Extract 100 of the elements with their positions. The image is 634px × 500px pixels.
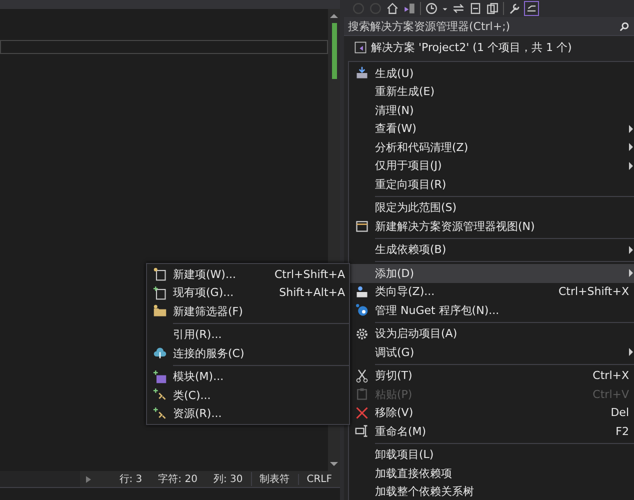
menu-item[interactable]: 移除(V) Del (349, 404, 634, 422)
menu-item[interactable]: 引用(R)... (147, 326, 349, 344)
menu-item-label: 资源(R)... (173, 406, 223, 422)
menu-item[interactable]: 连接的服务(C) (147, 344, 349, 362)
menu-item-label: 设为启动项目(A) (375, 326, 458, 342)
menu-item-label: 重新生成(E) (375, 84, 436, 100)
status-item: 列: 30 (212, 473, 244, 486)
history-icon[interactable] (425, 2, 438, 15)
menu-item[interactable]: 添加(D) (349, 264, 634, 282)
menu-item[interactable]: 新建项(W)... Ctrl+Shift+A (147, 265, 349, 284)
shortcut-text: Ctrl+Shift+X (558, 285, 629, 298)
wrench-icon[interactable] (508, 2, 521, 15)
menu-item-label: 剪切(T) (375, 368, 414, 384)
build-icon (355, 66, 369, 80)
menu-item[interactable]: 资源(R)... (147, 404, 349, 423)
menu-item-label: 移除(V) (375, 405, 414, 420)
existing-item-icon (153, 286, 167, 300)
tree-item[interactable]: 解决方案 'Project2' (1 个项目，共 1 个) (371, 40, 572, 54)
menu-item[interactable]: 调试(G) (349, 343, 634, 362)
cloud-icon (153, 346, 167, 360)
menu-item-label: 类(C)... (173, 388, 212, 403)
menu-item[interactable]: 卸载项目(L) (349, 446, 634, 464)
shortcut-text: Ctrl+X (592, 369, 629, 382)
collapse-icon[interactable] (469, 2, 482, 15)
shortcut-text: F2 (616, 424, 629, 438)
shortcut-text: Shift+Alt+A (279, 286, 345, 300)
menu-item-label: 调试(G) (375, 344, 416, 360)
menu-item-label: 管理 NuGet 程序包(N)... (375, 302, 500, 318)
menu-item-label: 加载直接依赖项 (375, 466, 453, 481)
cross-icon (355, 406, 369, 420)
menu-item[interactable]: 仅用于项目(J) (349, 156, 634, 175)
menu-item-label: 新建项(W)... (173, 266, 237, 282)
menu-item-label: 卸载项目(L) (375, 447, 435, 462)
menu-item-label: 重命名(M) (375, 424, 428, 439)
scissors-icon (355, 368, 369, 383)
menu-item-label: 添加(D) (375, 266, 416, 281)
menu-item-label: 重定向项目(R) (375, 176, 448, 192)
switch-view-icon[interactable] (403, 2, 416, 15)
menu-item-label: 现有项(G)... (173, 285, 235, 300)
menu-item-label: 新建筛选器(F) (173, 304, 244, 319)
copy-icon[interactable] (486, 2, 499, 15)
menu-item[interactable]: 类向导(Z)... Ctrl+Shift+X (349, 282, 634, 301)
search-field[interactable]: 搜索解决方案资源管理器(Ctrl+;) (344, 17, 634, 36)
preview-icon[interactable] (525, 2, 538, 15)
package-icon (355, 303, 369, 318)
menu-item[interactable]: 重新生成(E) (349, 82, 634, 101)
status-item: 制表符 (250, 472, 298, 486)
scroll-down-icon[interactable] (330, 461, 338, 467)
class-icon (153, 406, 167, 421)
sync-icon[interactable] (452, 2, 465, 15)
menu-item[interactable]: 新建筛选器(F) (147, 302, 349, 320)
shortcut-text: Ctrl+V (592, 388, 629, 401)
home-icon[interactable] (386, 2, 399, 15)
rename-icon (355, 424, 369, 438)
menu-item[interactable]: 管理 NuGet 程序包(N)... (349, 301, 634, 320)
menu-item-label: 类向导(Z)... (375, 284, 436, 300)
menu-item[interactable]: 清理(N) (349, 101, 634, 120)
shortcut-text: Del (610, 406, 629, 420)
menu-item-label: 生成依赖项(B) (375, 242, 448, 258)
gear-icon (355, 326, 369, 341)
menu-item[interactable]: 模块(M)... (147, 368, 349, 386)
menu-item-label: 加载整个依赖关系树 (375, 484, 475, 500)
change-indicator (332, 23, 336, 79)
menu-item-label: 引用(R)... (173, 327, 223, 342)
menu-item-label: 生成(U) (375, 66, 415, 81)
window-icon (355, 219, 369, 234)
menu-item[interactable]: 生成依赖项(B) (349, 240, 634, 259)
shortcut-text: Ctrl+Shift+A (274, 268, 345, 281)
class-icon (153, 388, 167, 402)
menu-item-label: 连接的服务(C) (173, 346, 246, 361)
menu-item[interactable]: 剪切(T) Ctrl+X (349, 366, 634, 385)
menu-item[interactable]: 生成(U) (349, 64, 634, 82)
menu-item[interactable]: 加载直接依赖项 (349, 464, 634, 482)
scroll-up-icon[interactable] (330, 13, 338, 19)
menu-item-label: 模块(M)... (173, 369, 225, 384)
folder-icon (153, 304, 167, 318)
new-item-icon (153, 267, 167, 282)
menu-item[interactable]: 现有项(G)... Shift+Alt+A (147, 284, 349, 302)
menu-item-label: 限定为此范围(S) (375, 200, 458, 216)
scroll-right-icon[interactable] (86, 476, 92, 482)
menu-item-label: 仅用于项目(J) (375, 158, 443, 174)
class-wizard-icon (355, 284, 369, 299)
menu-item[interactable]: 限定为此范围(S) (349, 198, 634, 217)
horizontal-scrollbar[interactable] (0, 471, 80, 487)
menu-item[interactable]: 加载整个依赖关系树 (349, 482, 634, 500)
dropdown-icon[interactable] (442, 6, 448, 12)
menu-item[interactable]: 设为启动项目(A) (349, 324, 634, 343)
menu-item[interactable]: 重命名(M) F2 (349, 422, 634, 440)
menu-item-label: 新建解决方案资源管理器视图(N) (375, 218, 536, 234)
menu-item[interactable]: 新建解决方案资源管理器视图(N) (349, 217, 634, 236)
status-item: 字符: 20 (157, 472, 198, 486)
menu-item-label: 清理(N) (375, 102, 415, 118)
status-item: CRLF (298, 474, 340, 484)
search-icon (619, 20, 630, 32)
menu-item[interactable]: 类(C)... (147, 386, 349, 404)
clipboard-icon (355, 387, 369, 402)
menu-item[interactable]: 重定向项目(R) (349, 175, 634, 194)
status-item: 行: 3 (118, 473, 144, 486)
menu-item[interactable]: 查看(W) (349, 120, 634, 138)
menu-item[interactable]: 分析和代码清理(Z) (349, 138, 634, 156)
